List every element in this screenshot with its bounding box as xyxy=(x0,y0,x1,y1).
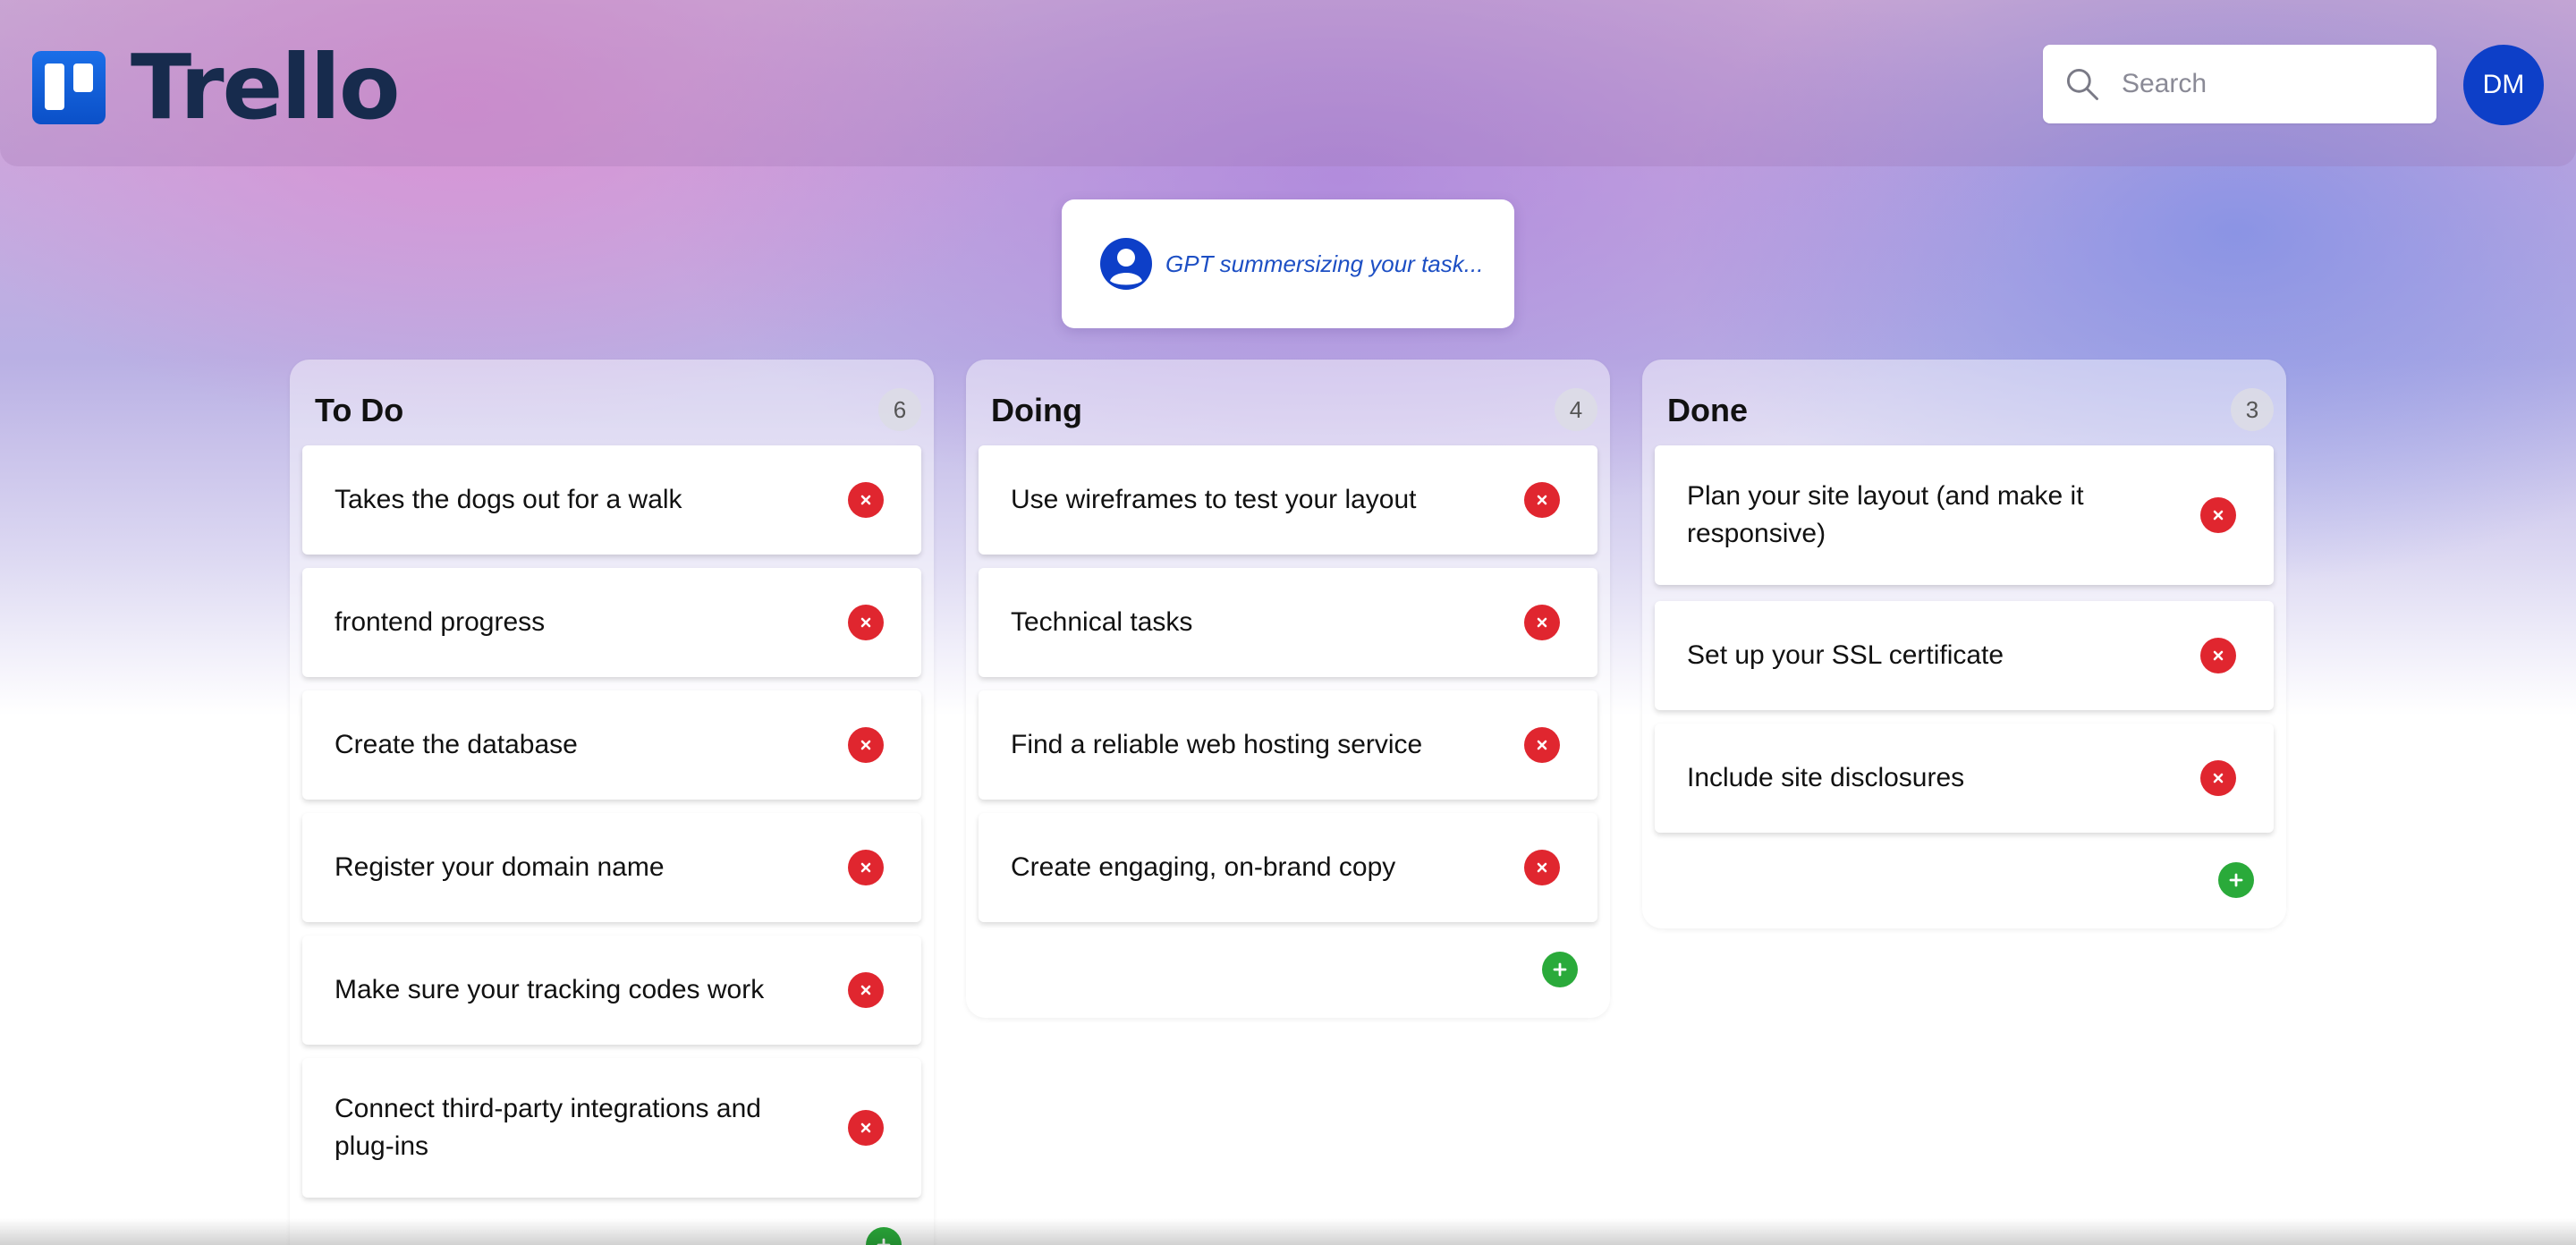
column-header: Done 3 xyxy=(1667,388,2274,433)
task-card-text: Connect third-party integrations and plu… xyxy=(335,1094,761,1161)
task-card-text: Technical tasks xyxy=(1011,607,1193,637)
task-card[interactable]: Include site disclosures xyxy=(1655,724,2274,833)
card-count-badge: 3 xyxy=(2231,388,2274,431)
close-icon xyxy=(1537,495,1547,505)
task-card[interactable]: Use wireframes to test your layout xyxy=(979,445,1597,555)
task-card-text: Takes the dogs out for a walk xyxy=(335,485,682,514)
board-page: Trello DM GPT summersizing your task... … xyxy=(0,0,2576,1245)
user-icon xyxy=(1100,238,1152,290)
task-card-text: Use wireframes to test your layout xyxy=(1011,485,1417,514)
search-icon xyxy=(2066,68,2098,100)
task-card-text: Plan your site layout (and make it respo… xyxy=(1687,481,2084,548)
gpt-summary-text: GPT summersizing your task... xyxy=(1165,250,1484,277)
search-input[interactable] xyxy=(2120,68,2419,100)
trello-logo-icon xyxy=(32,51,106,124)
task-card[interactable]: Create engaging, on-brand copy xyxy=(979,813,1597,922)
delete-card-button[interactable] xyxy=(848,850,884,885)
card-count-badge: 4 xyxy=(1555,388,1597,431)
column-title: To Do xyxy=(315,392,404,428)
close-icon xyxy=(860,495,871,505)
column-doing: Doing 4 Use wireframes to test your layo… xyxy=(966,360,1610,1018)
column-done: Done 3 Plan your site layout (and make i… xyxy=(1642,360,2286,928)
delete-card-button[interactable] xyxy=(1524,482,1560,518)
close-icon xyxy=(1537,617,1547,628)
top-header: Trello DM xyxy=(0,0,2576,166)
task-card[interactable]: Takes the dogs out for a walk xyxy=(302,445,921,555)
delete-card-button[interactable] xyxy=(848,482,884,518)
task-card-text: Create the database xyxy=(335,730,578,759)
task-card-text: Make sure your tracking codes work xyxy=(335,975,765,1004)
delete-card-button[interactable] xyxy=(848,727,884,763)
close-icon xyxy=(2213,773,2224,783)
delete-card-button[interactable] xyxy=(848,1110,884,1146)
delete-card-button[interactable] xyxy=(2200,760,2236,796)
close-icon xyxy=(860,985,871,995)
task-card[interactable]: Make sure your tracking codes work xyxy=(302,936,921,1045)
task-card[interactable]: Technical tasks xyxy=(979,568,1597,677)
task-card[interactable]: Register your domain name xyxy=(302,813,921,922)
task-card[interactable]: Plan your site layout (and make it respo… xyxy=(1655,445,2274,585)
task-card-text: frontend progress xyxy=(335,607,546,637)
delete-card-button[interactable] xyxy=(848,972,884,1008)
task-card-text: Find a reliable web hosting service xyxy=(1011,730,1423,759)
delete-card-button[interactable] xyxy=(2200,638,2236,673)
column-header: To Do 6 xyxy=(315,388,921,433)
avatar[interactable]: DM xyxy=(2463,45,2544,125)
task-card-text: Create engaging, on-brand copy xyxy=(1011,852,1396,882)
column-header: Doing 4 xyxy=(991,388,1597,433)
close-icon xyxy=(2213,650,2224,661)
task-card[interactable]: Connect third-party integrations and plu… xyxy=(302,1058,921,1198)
plus-icon xyxy=(2229,873,2243,887)
close-icon xyxy=(860,740,871,750)
task-card-text: Include site disclosures xyxy=(1687,763,1965,792)
close-icon xyxy=(1537,740,1547,750)
close-icon xyxy=(1537,862,1547,873)
delete-card-button[interactable] xyxy=(1524,850,1560,885)
logo-text: Trello xyxy=(131,35,401,140)
add-card-button[interactable] xyxy=(1542,952,1578,987)
task-card[interactable]: Find a reliable web hosting service xyxy=(979,690,1597,800)
close-icon xyxy=(860,862,871,873)
delete-card-button[interactable] xyxy=(848,605,884,640)
column-title: Doing xyxy=(991,392,1082,428)
close-icon xyxy=(860,1122,871,1133)
delete-card-button[interactable] xyxy=(1524,605,1560,640)
gpt-summary-banner: GPT summersizing your task... xyxy=(1062,199,1514,328)
task-card[interactable]: frontend progress xyxy=(302,568,921,677)
task-card-text: Register your domain name xyxy=(335,852,665,882)
column-title: Done xyxy=(1667,392,1748,428)
plus-icon xyxy=(1553,962,1567,977)
trello-logo[interactable]: Trello xyxy=(32,35,401,140)
delete-card-button[interactable] xyxy=(2200,497,2236,533)
task-card-text: Set up your SSL certificate xyxy=(1687,640,2004,670)
delete-card-button[interactable] xyxy=(1524,727,1560,763)
task-card[interactable]: Set up your SSL certificate xyxy=(1655,601,2274,710)
close-icon xyxy=(860,617,871,628)
search-box[interactable] xyxy=(2043,45,2436,123)
column-todo: To Do 6 Takes the dogs out for a walk fr… xyxy=(290,360,934,1245)
card-count-badge: 6 xyxy=(878,388,921,431)
bottom-edge-shadow xyxy=(0,1218,2576,1245)
task-card[interactable]: Create the database xyxy=(302,690,921,800)
close-icon xyxy=(2213,510,2224,521)
add-card-button[interactable] xyxy=(2218,862,2254,898)
